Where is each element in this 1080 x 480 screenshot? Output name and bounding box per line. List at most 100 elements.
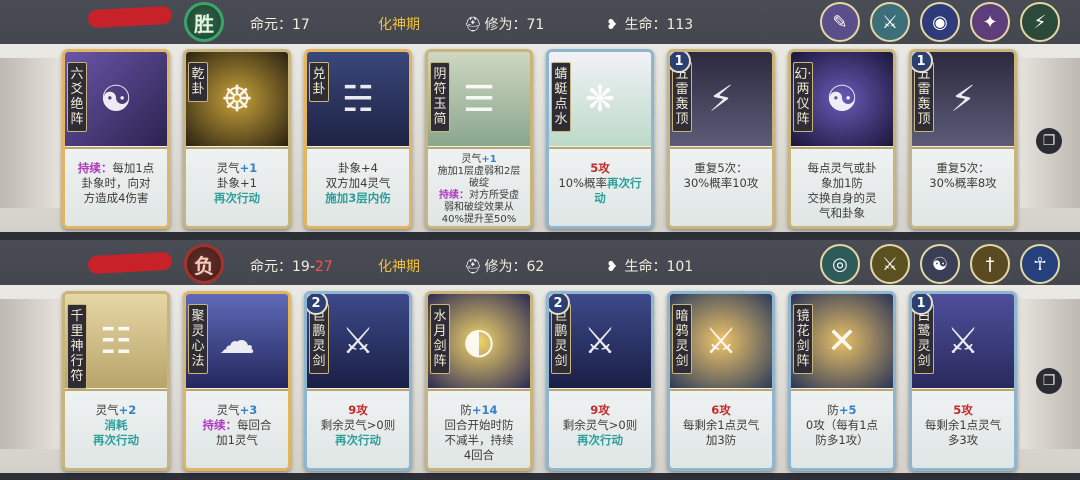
card-name: 乾卦 <box>188 62 208 102</box>
heart-icon: ❥ <box>606 259 618 275</box>
hp-value: 113 <box>666 17 694 33</box>
card-description-line: 防+14 <box>431 403 527 418</box>
card-text: 双方加4灵气 <box>325 176 391 190</box>
copy-deck-button[interactable]: ❐ <box>1036 368 1062 394</box>
card-description-line: 卦象时，向对 <box>68 176 164 191</box>
card-text: 每点灵气或卦 <box>807 161 877 175</box>
card-text-suffix: 对方所受虚 <box>469 190 519 201</box>
card-description-line: 防多1攻） <box>794 433 890 448</box>
card-description: 重复5次： 30%概率8攻 <box>912 147 1014 226</box>
skill-card[interactable]: ☯ 幻·两仪阵 每点灵气或卦 象加1防 交换自身的灵 气和卦象 <box>788 49 896 229</box>
card-name: 阴符玉简 <box>430 62 450 132</box>
card-description-line: 6攻 <box>673 403 769 418</box>
skill-card[interactable]: ◐ 水月剑阵 防+14 回合开始时防 不减半，持续 4回合 <box>425 291 533 471</box>
card-text: 卦象时，向对 <box>81 176 151 190</box>
card-description: 灵气+2 消耗 再次行动 <box>65 389 167 468</box>
life-value: 19 <box>292 259 310 275</box>
card-text: 施加1层虚弱和2层 <box>437 166 521 177</box>
life-max-value: 27 <box>314 259 333 275</box>
card-description-line: 不减半，持续 <box>431 433 527 448</box>
card-description-line: 消耗 <box>68 418 164 433</box>
skill-card[interactable]: 1 ⚡ 五雷轰顶 重复5次： 30%概率8攻 <box>909 49 1017 229</box>
skill-icon-row: ✎ ⚔ ◉ ✦ ⚡ <box>820 2 1060 42</box>
card-description-line: 多3攻 <box>915 433 1011 448</box>
card-name: 聚灵心法 <box>188 304 208 374</box>
scroll-icon[interactable]: ✎ <box>820 2 860 42</box>
hp-stat: ❥ 生命：113 <box>604 14 693 34</box>
realm-label: 化神期 <box>378 17 420 33</box>
card-description-line: 5攻 <box>552 161 648 176</box>
card-description-line: 加1灵气 <box>189 433 285 448</box>
card-description-line: 每点灵气或卦 <box>794 161 890 176</box>
cultivation-stat: ⛑ 修为：71 <box>464 14 544 34</box>
card-description-line: 每剩余1点灵气 <box>915 418 1011 433</box>
card-description: 9攻 剩余灵气>0则 再次行动 <box>549 389 651 468</box>
card-text: 再次行动 <box>214 191 260 205</box>
spirit-orb-icon[interactable]: ◉ <box>920 2 960 42</box>
skill-card[interactable]: 1 ⚡ 五雷轰顶 重复5次： 30%概率10攻 <box>667 49 775 229</box>
player-header-top: 胜 命元：17 化神期 ⛑ 修为：71 ❥ 生命：113 ✎ ⚔ ◉ ✦ ⚡ <box>0 0 1080 44</box>
card-description-line: 持续：每回合 <box>189 418 285 433</box>
card-description-line: 重复5次： <box>915 161 1011 176</box>
thunder-icon[interactable]: ⚡ <box>1020 2 1060 42</box>
card-text: 5攻 <box>953 403 973 417</box>
card-description-line: 灵气+1 <box>189 161 285 176</box>
redacted-player-name <box>87 5 173 29</box>
card-description-line: 施加3层内伤 <box>310 191 406 206</box>
sword-rain-icon[interactable]: ⚔ <box>870 2 910 42</box>
spear-icon[interactable]: † <box>970 244 1010 284</box>
card-text: 破绽 <box>469 178 489 189</box>
skill-card[interactable]: ☁ 聚灵心法 灵气+3 持续：每回合 加1灵气 <box>183 291 291 471</box>
card-text: 9攻 <box>590 403 610 417</box>
card-description-line: 气和卦象 <box>794 206 890 221</box>
card-description: 重复5次： 30%概率10攻 <box>670 147 772 226</box>
realm-label: 化神期 <box>378 259 420 275</box>
card-text: 重复5次： <box>694 161 748 175</box>
card-text: 弱和破绽效果从 <box>444 202 514 213</box>
sword-volley-icon[interactable]: ⚔ <box>870 244 910 284</box>
copy-deck-button[interactable]: ❐ <box>1036 128 1062 154</box>
card-name: 兑卦 <box>309 62 329 102</box>
card-text-suffix: 每回合 <box>237 418 272 432</box>
card-description-line: 双方加4灵气 <box>310 176 406 191</box>
card-level-badge: 1 <box>912 294 933 315</box>
skill-card[interactable]: 2 ⚔ 巨鹏灵剑 9攻 剩余灵气>0则 再次行动 <box>304 291 412 471</box>
skill-card[interactable]: ☵ 兑卦 卦象+4 双方加4灵气 施加3层内伤 <box>304 49 412 229</box>
skill-card[interactable]: ⚔ 暗鸦灵剑 6攻 每剩余1点灵气 加3防 <box>667 291 775 471</box>
card-text: 加3防 <box>705 433 737 447</box>
skill-card[interactable]: ☷ 千里神行符 灵气+2 消耗 再次行动 <box>62 291 170 471</box>
cultivation-label: 修为： <box>484 17 527 33</box>
card-description-line: 象加1防 <box>794 176 890 191</box>
heart-icon: ❥ <box>606 17 618 33</box>
card-text: 每剩余1点灵气 <box>924 418 1002 432</box>
card-text: 防 <box>827 403 839 417</box>
redacted-player-name <box>87 251 173 275</box>
card-description-line: 每剩余1点灵气 <box>673 418 769 433</box>
card-text: 卦象+4 <box>338 161 378 175</box>
skill-card[interactable]: 1 ⚔ 白鹭灵剑 5攻 每剩余1点灵气 多3攻 <box>909 291 1017 471</box>
card-description-line: 30%概率10攻 <box>673 176 769 191</box>
skill-card[interactable]: ☸ 乾卦 灵气+1 卦象+1 再次行动 <box>183 49 291 229</box>
skill-icon-row: ◎ ⚔ ☯ † ☥ <box>820 244 1060 284</box>
card-name: 镜花剑阵 <box>793 304 813 374</box>
skill-card[interactable]: ❋ 蜻蜓点水 5攻 10%概率再次行动 <box>546 49 654 229</box>
card-text: 交换自身的灵 <box>807 191 877 205</box>
yin-yang-icon[interactable]: ☯ <box>920 244 960 284</box>
skill-card[interactable]: ☰ 阴符玉简 灵气+1 施加1层虚弱和2层 破绽 持续：对方所受虚 弱和破绽效果从 40%提升… <box>425 49 533 229</box>
card-text: 灵气 <box>216 403 240 417</box>
card-name: 幻·两仪阵 <box>793 62 813 132</box>
skill-card[interactable]: ✕ 镜花剑阵 防+5 0攻（每有1点 防多1攻） <box>788 291 896 471</box>
skill-card[interactable]: ☯ 六爻绝阵 持续：每加1点 卦象时，向对 方造成4伤害 <box>62 49 170 229</box>
card-text: 再次行动 <box>577 433 623 447</box>
skill-card[interactable]: 2 ⚔ 巨鹏灵剑 9攻 剩余灵气>0则 再次行动 <box>546 291 654 471</box>
card-text-suffix: 每加1点 <box>112 161 155 175</box>
card-name: 水月剑阵 <box>430 304 450 374</box>
card-text: 持续： <box>77 161 113 175</box>
player-header-bottom: 负 命元：19-27 化神期 ⛑ 修为：62 ❥ 生命：101 ◎ ⚔ ☯ † … <box>0 242 1080 286</box>
sorceress-icon[interactable]: ✦ <box>970 2 1010 42</box>
eye-icon[interactable]: ◎ <box>820 244 860 284</box>
hp-label: 生命： <box>624 17 667 33</box>
card-text: 防 <box>460 403 472 417</box>
card-description-line: 灵气+2 <box>68 403 164 418</box>
meditating-figure-icon[interactable]: ☥ <box>1020 244 1060 284</box>
